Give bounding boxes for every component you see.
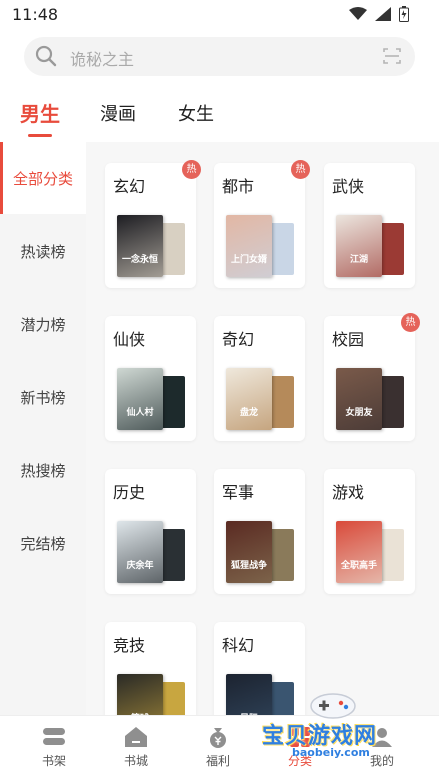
gamepad-icon xyxy=(310,693,356,719)
tab-comic[interactable]: 漫画 xyxy=(100,100,136,126)
sidebar-item-label: 潜力榜 xyxy=(20,315,66,334)
category-label: 竞技 xyxy=(113,636,146,655)
category-label: 游戏 xyxy=(332,483,365,502)
book-cover-title: 一念永恒 xyxy=(121,255,158,265)
nav-label: 福利 xyxy=(205,754,230,768)
book-covers: 上门女婿 xyxy=(226,213,296,277)
book-cover-title: 江湖 xyxy=(349,255,368,265)
nav-welfare[interactable]: 福利 xyxy=(188,726,248,769)
scan-icon[interactable] xyxy=(383,47,401,65)
category-card[interactable]: 游戏全职高手 xyxy=(324,469,415,594)
book-cover-front: 女朋友 xyxy=(336,368,382,430)
search-input[interactable]: 诡秘之主 xyxy=(70,46,134,70)
category-label: 军事 xyxy=(222,483,255,502)
search-bar[interactable]: 诡秘之主 xyxy=(24,37,415,76)
wifi-icon xyxy=(349,7,367,20)
book-cover-front: 仙人村 xyxy=(117,368,163,430)
book-cover-title: 狐狸战争 xyxy=(230,561,267,571)
gift-icon xyxy=(210,728,226,748)
sidebar-item-label: 热搜榜 xyxy=(20,461,66,480)
nav-label: 书架 xyxy=(41,754,66,768)
status-bar: 11:48 xyxy=(0,0,439,30)
book-covers: 篮球 xyxy=(117,672,187,715)
book-cover-title: 上门女婿 xyxy=(230,255,267,265)
app-screen: 11:48 诡秘之主 男生 漫画 女生 全部分类 热读榜 潜力榜 新书榜 热搜榜… xyxy=(0,0,439,780)
book-cover-title: 仙人村 xyxy=(126,408,154,418)
sidebar: 全部分类 热读榜 潜力榜 新书榜 热搜榜 完结榜 xyxy=(0,142,86,715)
hot-badge: 热 xyxy=(401,313,420,332)
sidebar-item-label: 新书榜 xyxy=(20,388,66,407)
category-label: 仙侠 xyxy=(113,330,146,349)
hot-badge: 热 xyxy=(291,160,310,179)
nav-label: 书城 xyxy=(123,754,148,768)
category-card[interactable]: 历史庆余年 xyxy=(105,469,196,594)
book-cover-front: 全职高手 xyxy=(336,521,382,583)
sidebar-item-label: 热读榜 xyxy=(20,242,66,261)
category-card[interactable]: 校园 热女朋友 xyxy=(324,313,420,441)
category-card[interactable]: 竞技篮球 xyxy=(105,622,196,715)
sidebar-item-completed[interactable]: 完结榜 xyxy=(0,507,86,579)
category-card[interactable]: 仙侠仙人村 xyxy=(105,316,196,441)
book-covers: 仙人村 xyxy=(117,366,187,430)
book-cover-front: 上门女婿 xyxy=(226,215,272,277)
sidebar-item-all-categories[interactable]: 全部分类 xyxy=(0,142,86,214)
category-grid: 玄幻热一念永恒 都市热上门女婿 武侠 江湖 仙侠 仙人村 奇幻 盘龙 校园热女朋友 历史 庆余年 军事… xyxy=(86,142,439,715)
bookstore-icon xyxy=(125,727,147,747)
category-label: 校园 xyxy=(332,330,365,349)
category-label: 历史 xyxy=(113,483,146,502)
sidebar-item-label: 全部分类 xyxy=(12,169,73,188)
search-icon xyxy=(35,45,57,67)
tab-female[interactable]: 女生 xyxy=(178,100,214,126)
book-cover-front: 江湖 xyxy=(336,215,382,277)
book-cover-title: 女朋友 xyxy=(345,408,373,418)
signal-icon xyxy=(375,7,391,21)
book-covers: 女朋友 xyxy=(336,366,406,430)
book-cover-front: 狐狸战争 xyxy=(226,521,272,583)
nav-bookshelf[interactable]: 书架 xyxy=(24,726,84,769)
book-cover-title: 庆余年 xyxy=(126,561,154,571)
gender-tabs: 男生 漫画 女生 xyxy=(0,96,439,140)
sidebar-item-hot-read[interactable]: 热读榜 xyxy=(0,215,86,287)
book-covers: 全职高手 xyxy=(336,519,406,583)
tab-active-indicator xyxy=(28,134,52,137)
category-label: 玄幻 xyxy=(113,177,146,196)
category-body: 全部分类 热读榜 潜力榜 新书榜 热搜榜 完结榜 玄幻热一念永恒 都市热上门女婿武… xyxy=(0,142,439,715)
book-covers: 一念永恒 xyxy=(117,213,187,277)
book-cover-front: 盘龙 xyxy=(226,368,272,430)
book-cover-front: 篮球 xyxy=(117,674,163,715)
watermark: 宝贝游戏网 baobeiy.com xyxy=(262,688,408,760)
category-label: 都市 xyxy=(222,177,255,196)
sidebar-item-hot-search[interactable]: 热搜榜 xyxy=(0,434,86,506)
category-card[interactable]: 军事狐狸战争 xyxy=(214,469,305,594)
sidebar-item-new-books[interactable]: 新书榜 xyxy=(0,361,86,433)
category-card[interactable]: 玄幻 热一念永恒 xyxy=(105,160,201,288)
category-card[interactable]: 都市 热上门女婿 xyxy=(214,160,310,288)
hot-badge: 热 xyxy=(182,160,201,179)
status-icons xyxy=(349,6,409,22)
category-label: 武侠 xyxy=(332,177,365,196)
book-covers: 庆余年 xyxy=(117,519,187,583)
watermark-url: baobeiy.com xyxy=(292,746,370,759)
category-label: 科幻 xyxy=(222,636,255,655)
book-covers: 狐狸战争 xyxy=(226,519,296,583)
book-cover-front: 一念永恒 xyxy=(117,215,163,277)
bookshelf-icon xyxy=(43,728,65,745)
book-cover-front: 庆余年 xyxy=(117,521,163,583)
book-cover-title: 全职高手 xyxy=(340,561,377,571)
sidebar-item-label: 完结榜 xyxy=(20,534,66,553)
book-covers: 盘龙 xyxy=(226,366,296,430)
book-cover-title: 盘龙 xyxy=(239,408,258,418)
category-label: 奇幻 xyxy=(222,330,255,349)
category-card[interactable]: 武侠江湖 xyxy=(324,163,415,288)
battery-icon xyxy=(399,6,409,22)
nav-bookstore[interactable]: 书城 xyxy=(106,726,166,769)
category-card[interactable]: 奇幻盘龙 xyxy=(214,316,305,441)
book-covers: 江湖 xyxy=(336,213,406,277)
sidebar-item-potential[interactable]: 潜力榜 xyxy=(0,288,86,360)
tab-male[interactable]: 男生 xyxy=(20,98,60,127)
status-time: 11:48 xyxy=(12,5,59,24)
